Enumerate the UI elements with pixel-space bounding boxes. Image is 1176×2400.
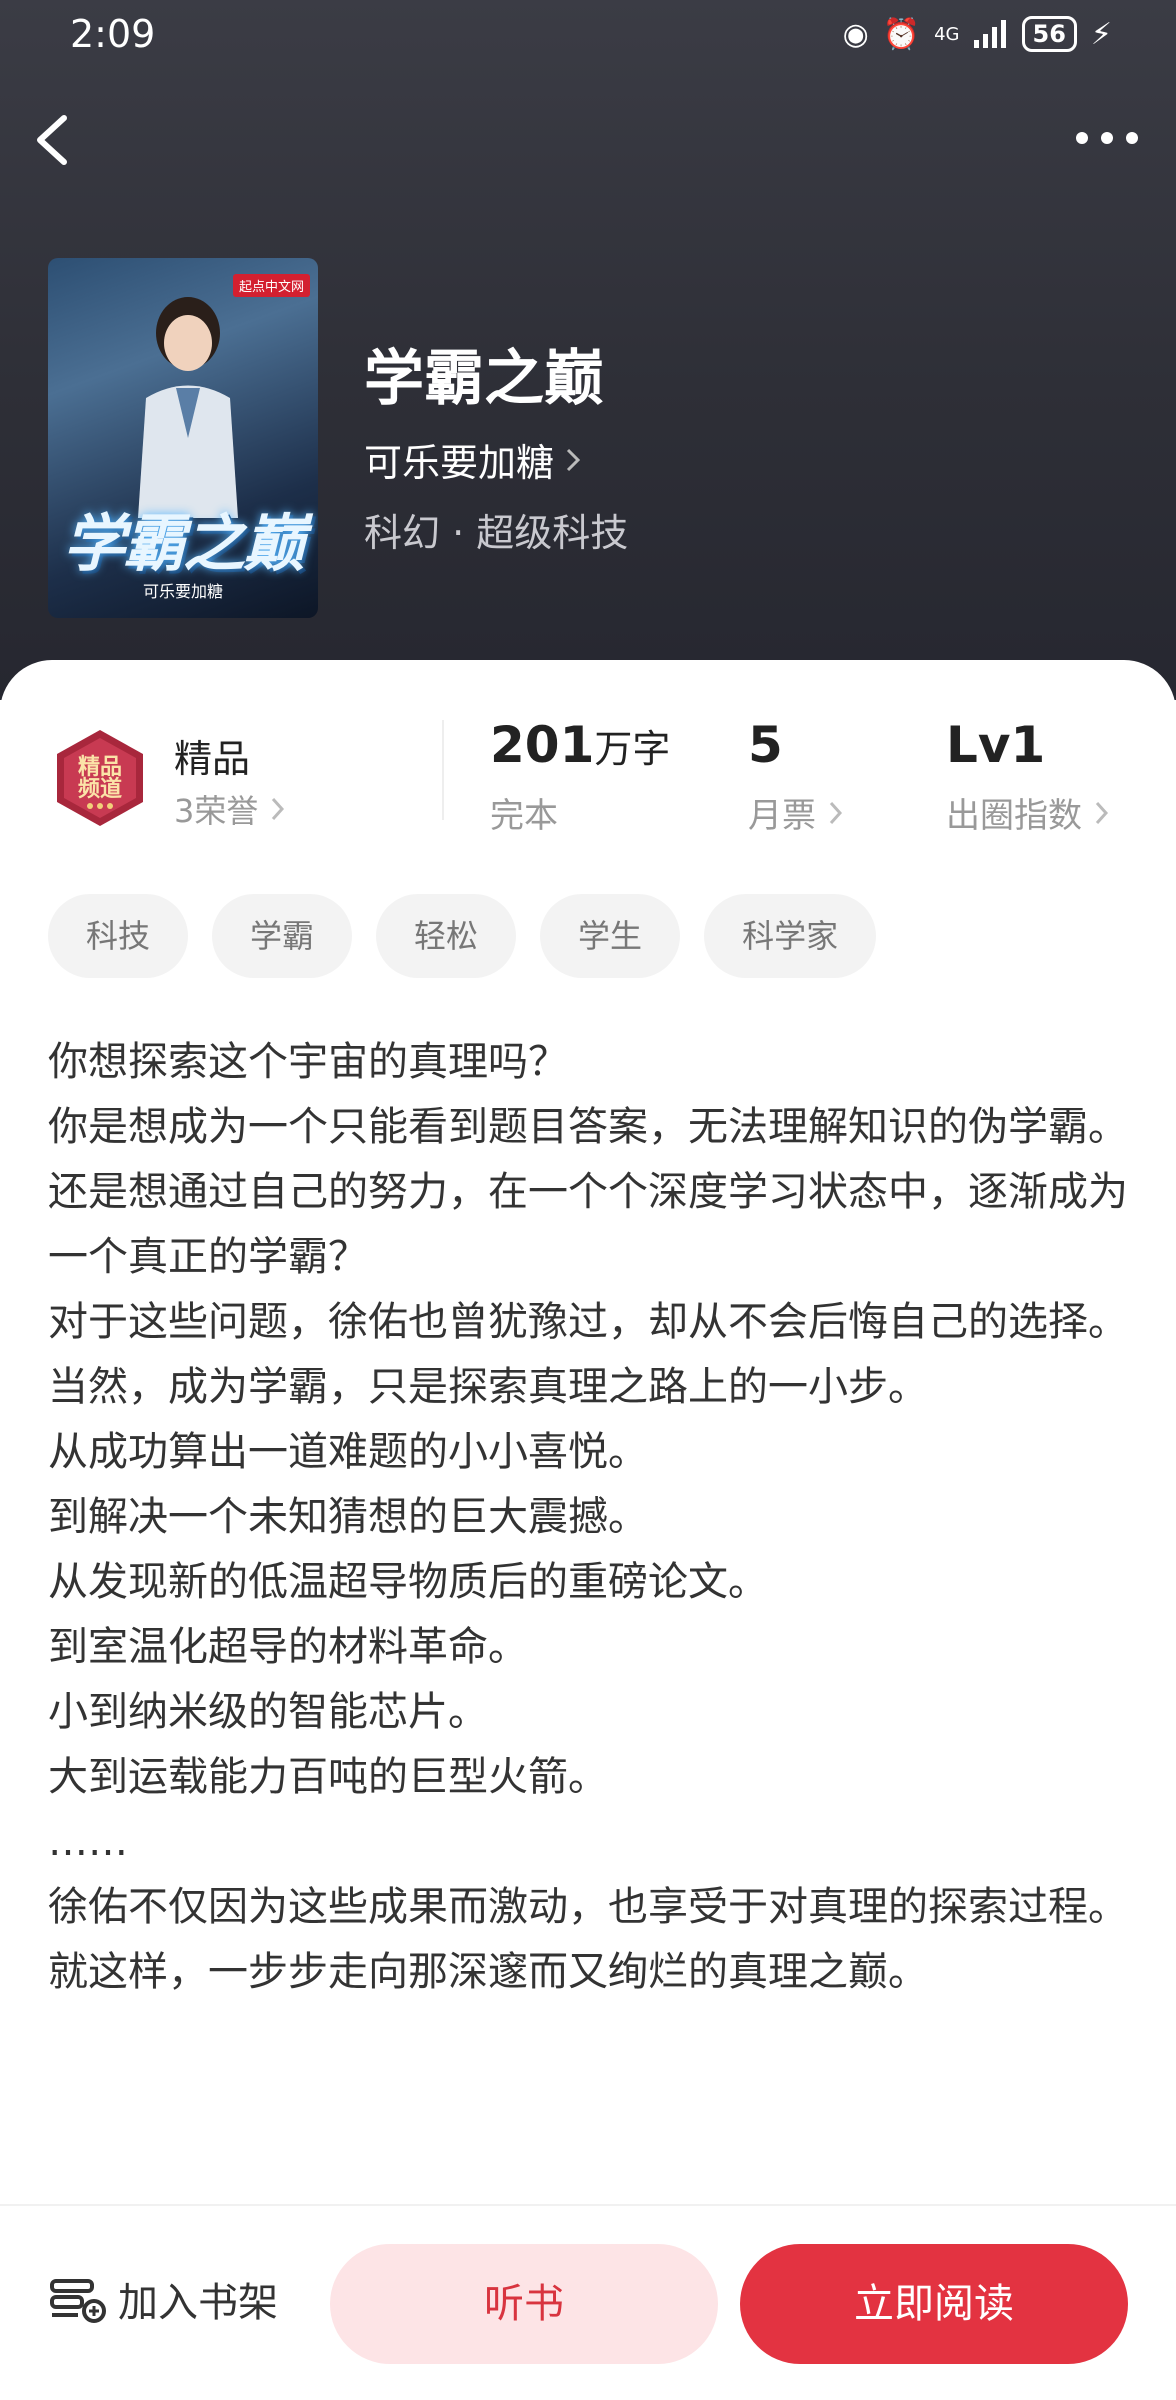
synopsis-line: 你是想成为一个只能看到题目答案，无法理解知识的伪学霸。 [48, 1104, 1128, 1150]
tag-chip[interactable]: 学生 [540, 894, 681, 978]
listen-button[interactable]: 听书 [330, 2244, 718, 2364]
add-to-shelf-label: 加入书架 [118, 2280, 278, 2326]
stat-popularity-index[interactable]: Lv1 出圈指数 [946, 716, 1110, 837]
synopsis-line: 从发现新的低温超导物质后的重磅论文。 [48, 1559, 768, 1605]
quality-channel-emblem[interactable]: 精品 频道 [50, 728, 150, 828]
tag-chip[interactable]: 科技 [48, 894, 189, 978]
charging-icon: ⚡ [1090, 16, 1112, 52]
status-icons: ◉ ⏰ 4G 56 ⚡ [843, 16, 1112, 52]
add-bookshelf-icon [50, 2279, 106, 2323]
chevron-right-icon [1095, 801, 1109, 824]
status-time: 2:09 [70, 12, 156, 56]
signal-icon [973, 20, 1006, 48]
synopsis-line: 你想探索这个宇宙的真理吗？ [48, 1039, 568, 1085]
tag-list: 科技 学霸 轻松 学生 科学家 [48, 894, 877, 978]
book-title: 学霸之巅 [364, 344, 604, 414]
read-now-button[interactable]: 立即阅读 [740, 2244, 1128, 2364]
stat-word-count: 201万字 完本 [490, 716, 670, 837]
synopsis-line: 还是想通过自己的努力，在一个个深度学习状态中，逐渐成为一个真正的学霸？ [48, 1169, 1128, 1280]
stat-monthly-votes[interactable]: 5 月票 [748, 716, 844, 837]
eye-icon: ◉ [842, 16, 869, 52]
stat-label: 出圈指数 [946, 796, 1082, 836]
tag-chip[interactable]: 科学家 [704, 894, 877, 978]
network-label: 4G [934, 23, 960, 45]
tag-chip[interactable]: 学霸 [212, 894, 353, 978]
synopsis-line: 大到运载能力百吨的巨型火箭。 [48, 1754, 608, 1800]
chevron-right-icon [566, 448, 581, 471]
battery-indicator: 56 [1021, 16, 1077, 52]
cover-title: 学霸之巅 [62, 507, 305, 580]
tag-chip[interactable]: 轻松 [376, 894, 517, 978]
stat-value: 5 [748, 716, 783, 774]
stat-value: 201 [490, 716, 595, 774]
book-genre: 科幻 · 超级科技 [364, 511, 629, 555]
author-name: 可乐要加糖 [364, 441, 555, 485]
stat-unit: 万字 [594, 727, 671, 771]
add-to-shelf-button[interactable]: 加入书架 [48, 2270, 278, 2328]
honor-count: 3荣誉 [174, 792, 259, 830]
synopsis-line: 到室温化超导的材料革命。 [48, 1624, 528, 1670]
chevron-right-icon [272, 797, 285, 821]
synopsis-line: 徐佑不仅因为这些成果而激动，也享受于对真理的探索过程。 [48, 1884, 1128, 1930]
synopsis-line: 对于这些问题，徐佑也曾犹豫过，却从不会后悔自己的选择。 [48, 1299, 1128, 1345]
honor-link[interactable]: 3荣誉 [174, 786, 286, 832]
stat-value: Lv1 [946, 716, 1046, 774]
emblem-text-2: 频道 [78, 776, 122, 802]
stat-label: 完本 [490, 796, 558, 836]
alarm-icon: ⏰ [882, 16, 921, 52]
synopsis-line: 当然，成为学霸，只是探索真理之路上的一小步。 [48, 1364, 928, 1410]
book-synopsis[interactable]: 你想探索这个宇宙的真理吗？ 你是想成为一个只能看到题目答案，无法理解知识的伪学霸… [48, 1030, 1138, 2005]
cover-illustration [138, 297, 238, 518]
back-arrow-icon[interactable] [30, 110, 74, 170]
chevron-right-icon [829, 801, 843, 824]
more-options-icon[interactable] [1072, 120, 1142, 156]
synopsis-line: 从成功算出一道难题的小小喜悦。 [48, 1429, 648, 1475]
stat-label: 月票 [748, 796, 816, 836]
stats-divider [442, 720, 444, 820]
bottom-bar-divider [0, 2204, 1176, 2206]
status-bar: 2:09 ◉ ⏰ 4G 56 ⚡ [0, 0, 1176, 70]
cover-author: 可乐要加糖 [142, 582, 223, 601]
author-link[interactable]: 可乐要加糖 [364, 432, 582, 487]
synopsis-line: …… [48, 1819, 128, 1865]
book-cover[interactable]: 起点中文网 学霸之巅 可乐要加糖 [48, 258, 318, 618]
synopsis-line: 到解决一个未知猜想的巨大震撼。 [48, 1494, 648, 1540]
quality-label: 精品 [174, 737, 251, 781]
synopsis-line: 就这样，一步步走向那深邃而又绚烂的真理之巅。 [48, 1949, 928, 1995]
synopsis-line: 小到纳米级的智能芯片。 [48, 1689, 488, 1735]
